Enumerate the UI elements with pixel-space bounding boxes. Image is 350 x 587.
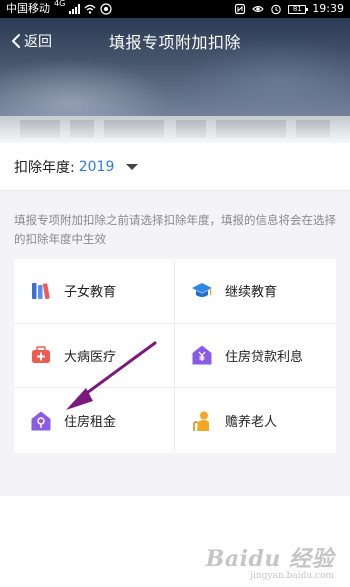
wifi-icon: [84, 4, 96, 14]
medical-kit-icon: [32, 346, 50, 364]
nfc-icon: [235, 3, 246, 15]
caret-down-icon[interactable]: [126, 163, 139, 170]
deduction-grid: 子女教育 继续教育 大病医疗 住房贷款利息 住房租金 赡养老人: [14, 259, 336, 453]
year-label: 扣除年度:: [14, 159, 75, 176]
battery-level: 81: [292, 4, 302, 13]
deduction-label: 子女教育: [64, 285, 117, 301]
deduction-serious-illness[interactable]: 大病医疗: [14, 323, 175, 389]
nav-bar: 返回 填报专项附加扣除: [0, 28, 350, 54]
notification-icon: [100, 3, 112, 15]
header-banner: 返回 填报专项附加扣除: [0, 18, 350, 143]
page-title: 填报专项附加扣除: [108, 33, 241, 52]
status-time: 19:39: [312, 2, 344, 15]
deduction-children-education[interactable]: 子女教育: [14, 259, 175, 324]
deduction-elder-care[interactable]: 赡养老人: [175, 388, 336, 453]
deduction-housing-loan-interest[interactable]: 住房贷款利息: [175, 324, 336, 389]
deduction-label: 大病医疗: [64, 349, 117, 365]
deduction-housing-rent[interactable]: 住房租金: [14, 388, 175, 453]
deduction-label: 住房租金: [64, 415, 117, 431]
alarm-icon: [271, 4, 282, 15]
year-value[interactable]: 2019: [79, 159, 115, 175]
hint-text: 填报专项附加扣除之前请选择扣除年度，填报的信息将会在选择的扣除年度中生效: [14, 213, 336, 246]
deduction-label: 赡养老人: [225, 415, 278, 431]
carrier-name: 中国移动: [6, 2, 50, 15]
graduation-cap-icon: [192, 282, 212, 297]
watermark: Baidu 经验 jingyan.baidu.com: [206, 541, 334, 581]
watermark-main: Baidu 经验: [205, 546, 334, 572]
signal-icon: [69, 4, 81, 14]
elder-care-icon: [193, 411, 209, 431]
battery-icon: 81: [288, 4, 309, 14]
deduction-label: 住房贷款利息: [225, 349, 304, 365]
house-rent-icon: [31, 411, 51, 431]
eye-icon: [252, 5, 265, 13]
deduction-continuing-education[interactable]: 继续教育: [175, 259, 336, 324]
network-type: 4G: [54, 0, 66, 8]
deduction-label: 继续教育: [225, 285, 278, 301]
house-loan-icon: [192, 345, 212, 365]
books-icon: [32, 282, 50, 299]
year-selector[interactable]: 扣除年度: 2019: [0, 143, 350, 191]
bottom-area: Baidu 经验 jingyan.baidu.com: [0, 496, 350, 587]
status-bar: 中国移动 4G 81 19:39: [0, 0, 350, 18]
